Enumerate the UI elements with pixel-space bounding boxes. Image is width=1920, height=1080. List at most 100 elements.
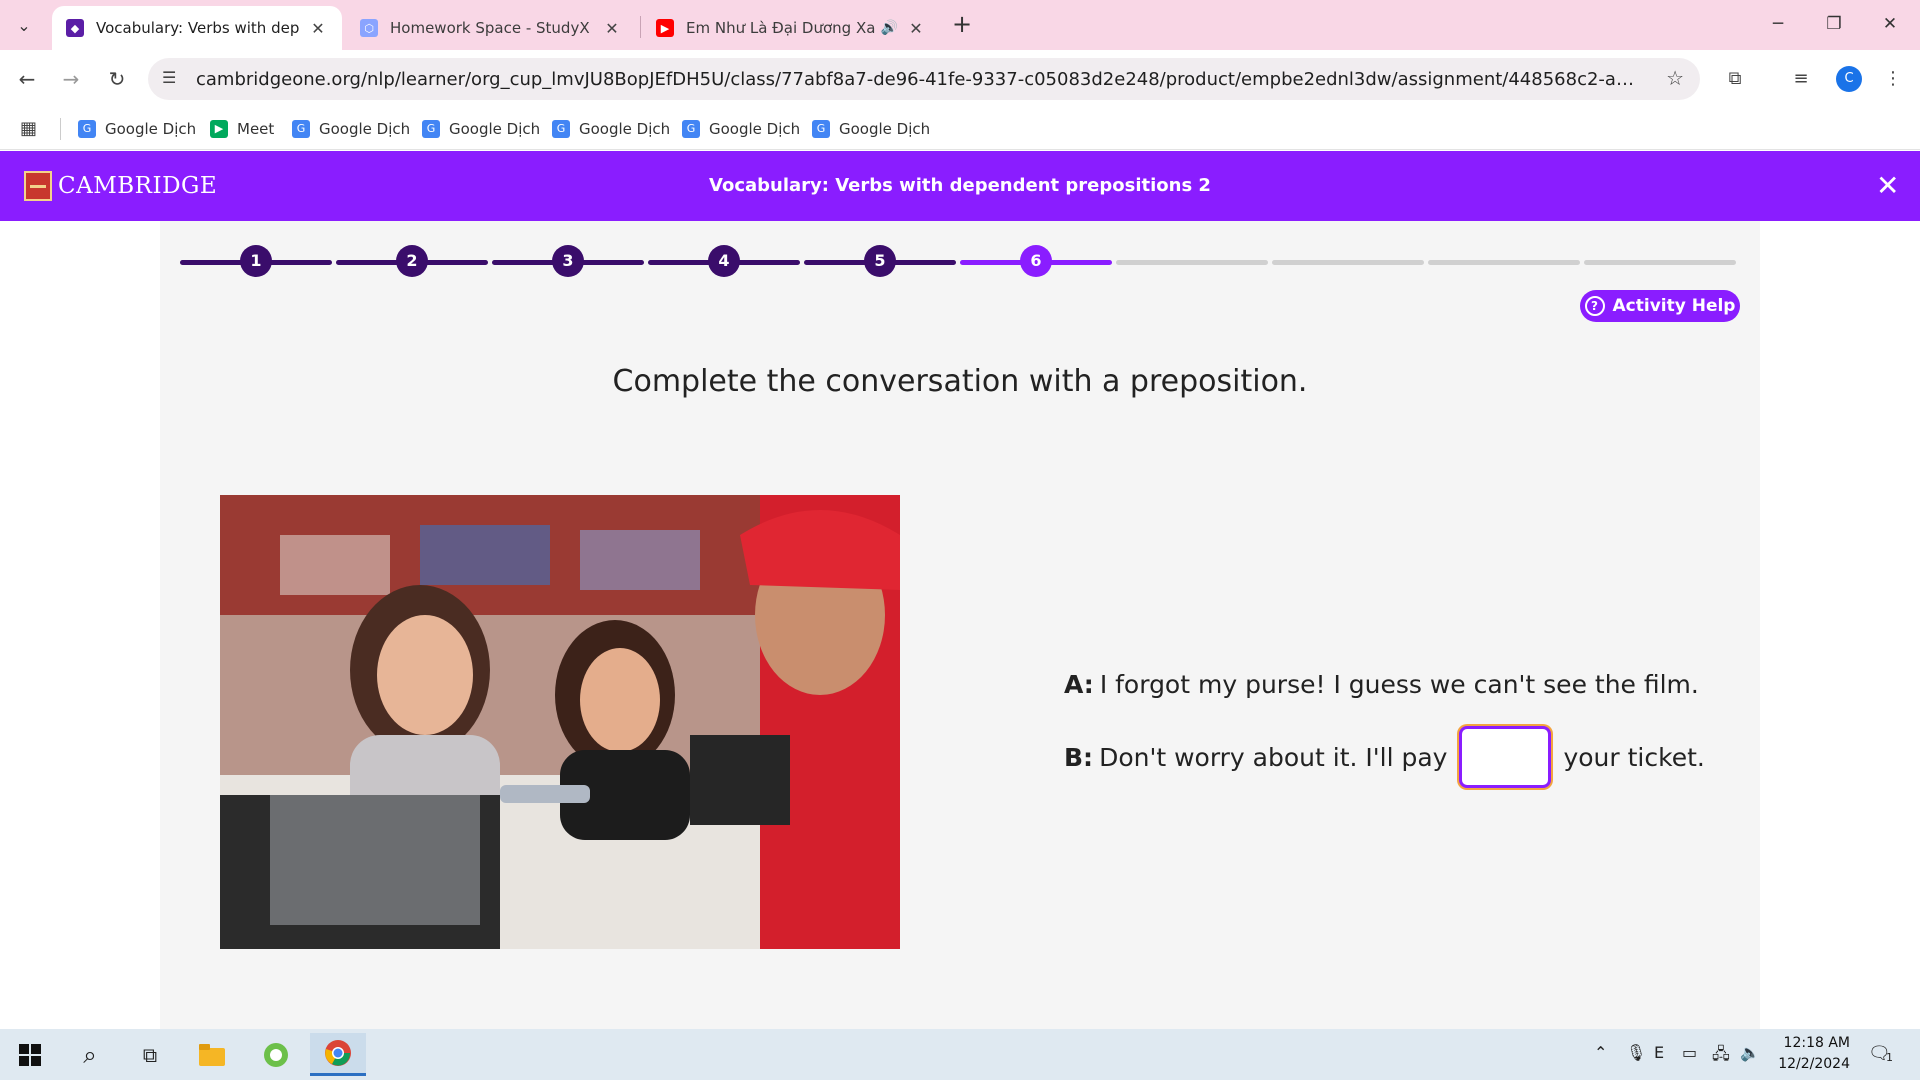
shield-icon	[24, 171, 52, 201]
tab-title: Vocabulary: Verbs with depende	[96, 19, 300, 37]
chevron-down-icon: ⌄	[17, 15, 31, 35]
task-view-icon: ⧉	[142, 1042, 158, 1067]
bookmark-google-dich[interactable]: G Google Dịch	[78, 116, 196, 142]
cambridge-logo: CAMBRIDGE	[24, 171, 217, 201]
restore-button[interactable]: ❐	[1806, 8, 1862, 40]
media-control-icon[interactable]: ≡	[1786, 64, 1816, 94]
profile-avatar[interactable]: C	[1836, 66, 1862, 92]
file-explorer-button[interactable]	[188, 1033, 236, 1076]
step-6[interactable]: 6	[1020, 245, 1052, 277]
close-activity-button[interactable]: ✕	[1876, 171, 1899, 201]
question-icon: ?	[1584, 296, 1605, 316]
speaker-icon[interactable]: 🔊	[881, 20, 898, 36]
instruction-text: Complete the conversation with a preposi…	[612, 364, 1308, 399]
windows-logo-icon	[19, 1043, 41, 1066]
bookmarks-bar: ▦ G Google Dịch ▶ Meet G Google Dịch G G…	[0, 108, 1920, 150]
notification-count: 1	[1886, 1051, 1893, 1064]
window-close-button[interactable]: ✕	[1862, 8, 1918, 40]
search-icon: ⌕	[83, 1040, 97, 1069]
chevron-up-icon[interactable]: ⌃	[1594, 1043, 1607, 1062]
progress-segment	[1272, 260, 1424, 265]
tab-youtube[interactable]: ▶ Em Như Là Đại Dương Xanh 🔊 ✕	[642, 6, 940, 50]
logo-text: CAMBRIDGE	[58, 173, 218, 199]
cinema-ticket-photo	[220, 495, 900, 949]
site-info-icon[interactable]: ☰	[162, 68, 176, 87]
volume-icon[interactable]: 🔈	[1740, 1043, 1760, 1062]
input-method-icon[interactable]: E	[1654, 1043, 1664, 1062]
bookmark-label: Google Dịch	[319, 120, 411, 138]
close-icon[interactable]: ✕	[308, 19, 328, 38]
step-2[interactable]: 2	[396, 245, 428, 277]
bookmark-google-dich[interactable]: G Google Dịch	[422, 116, 540, 142]
speaker-a-label: A:	[1064, 670, 1094, 699]
chrome-taskbar-button[interactable]	[310, 1033, 366, 1076]
tab-studyx[interactable]: ⬡ Homework Space - StudyX ✕	[346, 6, 636, 50]
tab-title: Homework Space - StudyX	[390, 19, 590, 37]
line-b-text-after: your ticket.	[1563, 742, 1705, 772]
bookmark-label: Google Dịch	[579, 120, 671, 138]
translate-icon: G	[292, 120, 310, 138]
address-bar[interactable]: ☰ cambridgeone.org/nlp/learner/org_cup_l…	[148, 58, 1700, 100]
bookmark-google-dich[interactable]: G Google Dịch	[552, 116, 670, 142]
translate-icon: G	[422, 120, 440, 138]
back-button[interactable]: ←	[10, 62, 44, 96]
browser-toolbar: ← → ↻ ☰ cambridgeone.org/nlp/learner/org…	[0, 50, 1920, 108]
step-3[interactable]: 3	[552, 245, 584, 277]
bookmark-label: Google Dịch	[105, 120, 197, 138]
start-button[interactable]	[6, 1033, 54, 1076]
bookmark-meet[interactable]: ▶ Meet	[210, 116, 274, 142]
tab-vocabulary[interactable]: ◆ Vocabulary: Verbs with depende ✕	[52, 6, 342, 50]
progress-segment	[1428, 260, 1580, 265]
battery-icon[interactable]: ▭	[1682, 1043, 1697, 1062]
studyx-favicon-icon: ⬡	[360, 19, 378, 37]
tab-title: Em Như Là Đại Dương Xanh	[686, 19, 875, 37]
bookmark-label: Meet	[237, 120, 275, 138]
star-icon[interactable]: ☆	[1666, 66, 1684, 90]
kebab-menu-icon[interactable]: ⋮	[1878, 64, 1908, 94]
apps-grid-icon[interactable]: ▦	[20, 118, 37, 139]
bookmark-google-dich[interactable]: G Google Dịch	[812, 116, 930, 142]
close-icon[interactable]: ✕	[602, 19, 622, 38]
close-icon[interactable]: ✕	[906, 19, 926, 38]
close-icon: ✕	[1876, 169, 1900, 202]
new-tab-button[interactable]: +	[948, 11, 976, 39]
step-4[interactable]: 4	[708, 245, 740, 277]
minimize-button[interactable]: ─	[1750, 8, 1806, 40]
system-clock[interactable]: 12:18 AM 12/2/2024	[1760, 1033, 1850, 1075]
network-icon[interactable]: 🖧	[1712, 1043, 1730, 1070]
activity-help-label: Activity Help	[1612, 296, 1736, 316]
preposition-input[interactable]	[1459, 726, 1552, 788]
reload-icon: ↻	[108, 67, 126, 91]
bookmark-label: Google Dịch	[709, 120, 801, 138]
conversation-line-b: B: Don't worry about it. I'll pay your t…	[1064, 726, 1705, 788]
step-1[interactable]: 1	[240, 245, 272, 277]
photo-illustration	[220, 495, 900, 949]
conversation-line-a: A: I forgot my purse! I guess we can't s…	[1064, 670, 1699, 699]
progress-segment	[1584, 260, 1736, 265]
folder-icon	[199, 1043, 225, 1066]
search-button[interactable]: ⌕	[66, 1033, 114, 1076]
speaker-b-label: B:	[1064, 742, 1094, 772]
step-5[interactable]: 5	[864, 245, 896, 277]
activity-help-button[interactable]: ? Activity Help	[1580, 290, 1740, 322]
arrow-right-icon: →	[62, 67, 80, 91]
browser-tab-strip: ⌄ ◆ Vocabulary: Verbs with depende ✕ ⬡ H…	[0, 0, 1920, 50]
line-b-text-before: Don't worry about it. I'll pay	[1099, 742, 1448, 772]
tab-search-button[interactable]: ⌄	[8, 9, 40, 41]
reload-button[interactable]: ↻	[100, 62, 134, 96]
bookmark-google-dich[interactable]: G Google Dịch	[292, 116, 410, 142]
url-text[interactable]: cambridgeone.org/nlp/learner/org_cup_lmv…	[196, 69, 1636, 90]
puzzle-icon[interactable]: ⧉	[1720, 64, 1750, 94]
microphone-icon[interactable]: 🎙	[1626, 1043, 1646, 1062]
forward-button[interactable]: →	[54, 62, 88, 96]
chrome-icon	[325, 1040, 351, 1066]
clock-time: 12:18 AM	[1783, 1035, 1850, 1051]
task-view-button[interactable]: ⧉	[126, 1033, 174, 1076]
activity-title: Vocabulary: Verbs with dependent preposi…	[709, 175, 1211, 196]
progress-segment	[1116, 260, 1268, 265]
arrow-left-icon: ←	[18, 67, 36, 91]
bookmark-google-dich[interactable]: G Google Dịch	[682, 116, 800, 142]
translate-icon: G	[552, 120, 570, 138]
app-header: Vocabulary: Verbs with dependent preposi…	[0, 151, 1920, 221]
app-icon-button[interactable]	[252, 1033, 300, 1076]
